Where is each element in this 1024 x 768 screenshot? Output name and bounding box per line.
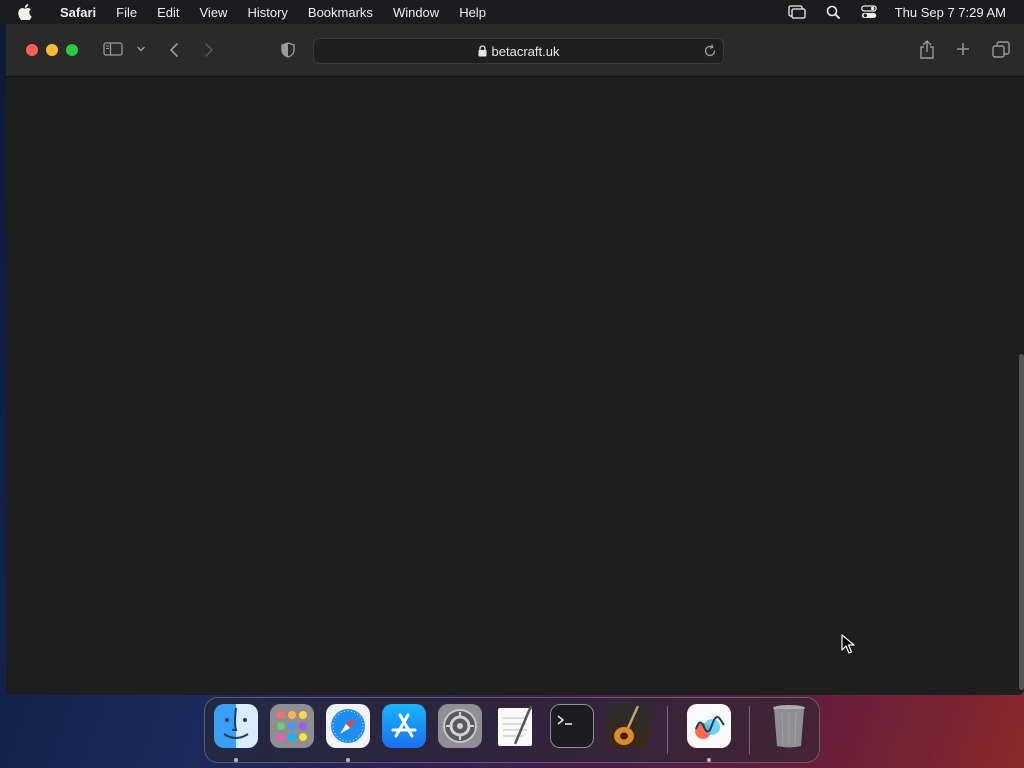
menu-file[interactable]: File (106, 5, 147, 20)
minimize-window-button[interactable] (46, 44, 58, 56)
dock-separator (667, 706, 668, 754)
safari-icon[interactable] (326, 704, 370, 748)
new-tab-plus-icon[interactable] (956, 42, 970, 56)
close-window-button[interactable] (26, 44, 38, 56)
finder-running-indicator (234, 758, 238, 762)
lock-icon (478, 45, 487, 57)
safari-running-indicator (346, 758, 350, 762)
terminal-icon[interactable] (550, 704, 594, 748)
menu-view[interactable]: View (190, 5, 238, 20)
menu-app-name[interactable]: Safari (50, 5, 106, 20)
browser-toolbar: betacraft.uk (6, 24, 1024, 77)
menu-bar-clock[interactable]: Thu Sep 7 7:29 AM (895, 5, 1006, 20)
apple-menu-icon[interactable] (18, 4, 36, 20)
dock (204, 697, 820, 763)
textedit-icon[interactable] (494, 704, 538, 748)
trash-icon[interactable] (767, 704, 811, 748)
menu-window[interactable]: Window (383, 5, 449, 20)
mouse-cursor-icon (841, 634, 855, 659)
tab-overview-icon[interactable] (992, 41, 1010, 59)
system-preferences-icon[interactable] (438, 704, 482, 748)
menu-history[interactable]: History (237, 5, 297, 20)
privacy-shield-icon[interactable] (281, 42, 295, 58)
menu-help[interactable]: Help (449, 5, 496, 20)
reload-icon[interactable] (703, 44, 717, 58)
share-icon[interactable] (919, 40, 935, 60)
chevron-down-icon[interactable] (136, 44, 146, 54)
control-center-icon[interactable] (859, 4, 879, 20)
menu-bookmarks[interactable]: Bookmarks (298, 5, 383, 20)
spotlight-search-icon[interactable] (823, 4, 843, 20)
forward-arrow-icon[interactable] (203, 42, 215, 58)
address-bar-url: betacraft.uk (491, 43, 560, 59)
dock-separator (749, 706, 750, 754)
freeform-running-indicator (707, 758, 711, 762)
freeform-icon[interactable] (687, 704, 731, 748)
finder-icon[interactable] (214, 704, 258, 748)
menu-edit[interactable]: Edit (147, 5, 189, 20)
launchpad-icon[interactable] (270, 704, 314, 748)
back-arrow-icon[interactable] (168, 42, 180, 58)
vertical-scrollbar[interactable] (1018, 78, 1024, 695)
menu-bar: Safari File Edit View History Bookmarks … (0, 0, 1024, 24)
app-store-icon[interactable] (382, 704, 426, 748)
address-bar[interactable]: betacraft.uk (313, 38, 724, 64)
sidebar-toggle-icon[interactable] (103, 41, 123, 57)
screen-mirroring-icon[interactable] (787, 4, 807, 20)
web-page-content[interactable] (6, 78, 1018, 695)
zoom-window-button[interactable] (66, 44, 78, 56)
scrollbar-thumb[interactable] (1019, 354, 1024, 690)
garageband-icon[interactable] (606, 704, 650, 748)
safari-window: betacraft.uk (6, 24, 1024, 695)
